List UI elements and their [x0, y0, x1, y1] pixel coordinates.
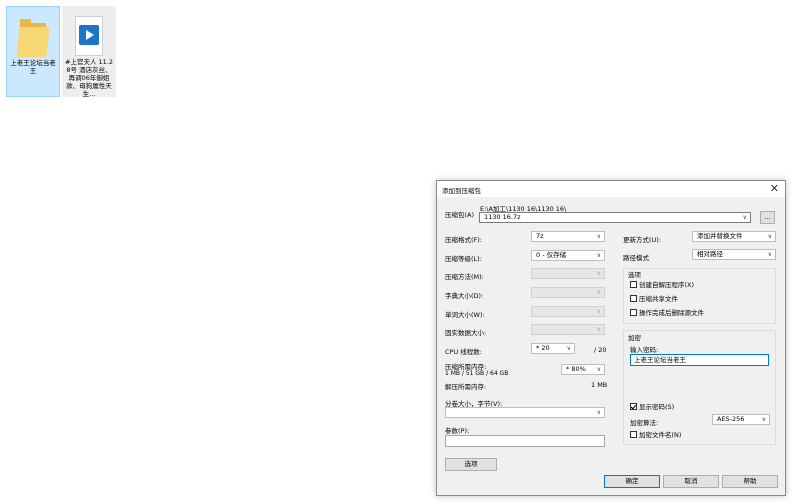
chevron-down-icon: ∨ [596, 233, 601, 240]
params-input[interactable] [445, 435, 605, 447]
chevron-down-icon: ∨ [596, 308, 601, 315]
pathmode-label: 路径模式 [623, 254, 649, 262]
method-label: 压缩方法(M): [445, 273, 484, 281]
update-select[interactable]: 添加并替换文件 ∨ [692, 231, 776, 242]
options-group-title: 选项 [628, 271, 641, 279]
chevron-down-icon: ∨ [761, 416, 766, 423]
update-label: 更新方式(U): [623, 236, 662, 244]
add-to-archive-dialog: 添加到压缩包 ✕ 压缩包(A) E:\A加工\1130 16\1130 16\ … [436, 180, 786, 496]
solid-select: ∨ [531, 324, 605, 335]
cancel-button[interactable]: 取消 [663, 475, 719, 488]
chevron-down-icon: ∨ [767, 251, 772, 258]
encryption-method-select[interactable]: AES-256 ∨ [712, 414, 770, 425]
format-label: 压缩格式(F): [445, 236, 483, 244]
sfx-checkbox[interactable]: 创建自解压程序(X) [630, 281, 694, 289]
method-select: ∨ [531, 268, 605, 279]
shared-files-checkbox[interactable]: 压缩共享文件 [630, 295, 678, 303]
chevron-down-icon: ∨ [596, 289, 601, 296]
level-select[interactable]: 0 - 仅存储 ∨ [531, 250, 605, 261]
ok-button[interactable]: 确定 [604, 475, 660, 488]
mem-compress-detail: 1 MB / 51 GB / 64 GB [445, 370, 509, 377]
desktop-icon-label: #上官夫人 11.28号 酒店灰丝、再调06年御姐款、母狗属性天生... [65, 58, 113, 98]
word-label: 单词大小(W): [445, 311, 485, 319]
chevron-down-icon: ∨ [596, 252, 601, 259]
cpu-select[interactable]: * 20 ∨ [531, 343, 575, 354]
word-select: ∨ [531, 306, 605, 317]
mem-decompress-value: 1 MB [591, 381, 608, 389]
help-button[interactable]: 帮助 [722, 475, 778, 488]
show-password-checkbox[interactable]: 显示密码(S) [630, 403, 674, 411]
mem-usage-select[interactable]: * 80% ∨ [561, 364, 605, 375]
video-file-icon [73, 16, 105, 56]
cpu-max: / 20 [594, 346, 607, 354]
archive-label: 压缩包(A) [445, 211, 475, 219]
chevron-down-icon: ∨ [596, 409, 601, 416]
desktop-icon-video[interactable]: #上官夫人 11.28号 酒店灰丝、再调06年御姐款、母狗属性天生... [62, 6, 116, 98]
params-label: 参数(P): [445, 427, 470, 435]
mem-decompress-label: 解压所需内存: [445, 383, 487, 391]
format-select[interactable]: 7z ∨ [531, 231, 605, 242]
archive-name-combo[interactable]: 1130 16.7z ∨ [479, 212, 751, 223]
chevron-down-icon: ∨ [566, 345, 571, 352]
encrypt-names-checkbox[interactable]: 加密文件名(N) [630, 431, 681, 439]
close-icon[interactable]: ✕ [770, 182, 779, 196]
desktop-icon-folder[interactable]: 上老王论坛当老王 [6, 6, 60, 97]
chevron-down-icon: ∨ [596, 366, 601, 373]
level-label: 压缩等级(L): [445, 255, 482, 263]
desktop-icon-label: 上老王论坛当老王 [10, 59, 56, 75]
dialog-title: 添加到压缩包 [442, 187, 481, 195]
title-bar: 添加到压缩包 ✕ [437, 181, 785, 197]
delete-after-checkbox[interactable]: 操作完成后删除源文件 [630, 309, 704, 317]
solid-label: 固实数据大小: [445, 329, 487, 337]
dict-label: 字典大小(D): [445, 292, 484, 300]
chevron-down-icon: ∨ [596, 270, 601, 277]
browse-button[interactable]: ... [760, 211, 775, 224]
chevron-down-icon: ∨ [596, 326, 601, 333]
password-label: 输入密码: [630, 346, 659, 354]
password-input[interactable]: 上老王论坛当老王 [630, 354, 769, 366]
dict-select: ∨ [531, 287, 605, 298]
encryption-method-label: 加密算法: [630, 419, 659, 427]
chevron-down-icon: ∨ [767, 233, 772, 240]
split-select[interactable]: ∨ [445, 407, 605, 418]
folder-icon [16, 17, 50, 57]
cpu-label: CPU 线程数: [445, 348, 482, 356]
chevron-down-icon: ∨ [742, 214, 747, 221]
encryption-group-title: 加密 [628, 334, 641, 342]
options-button[interactable]: 选项 [445, 458, 497, 471]
pathmode-select[interactable]: 相对路径 ∨ [692, 249, 776, 260]
